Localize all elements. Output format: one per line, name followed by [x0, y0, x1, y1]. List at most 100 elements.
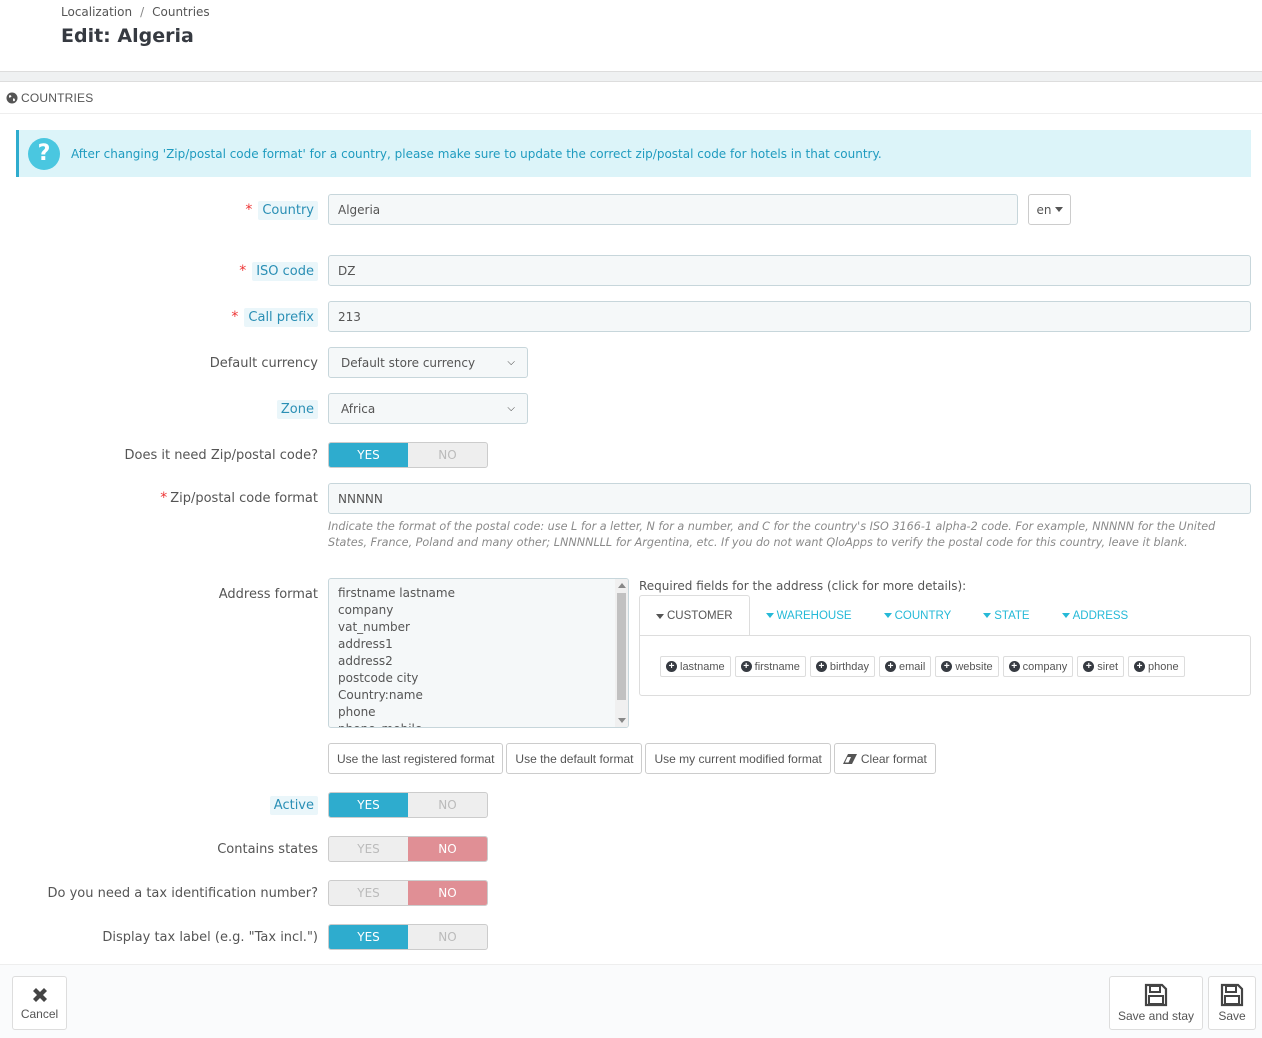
zone-label-text: Zone — [276, 399, 318, 419]
need-zip-yes[interactable]: YES — [329, 443, 408, 467]
save-label: Save — [1218, 1009, 1246, 1023]
language-dropdown[interactable]: en — [1028, 194, 1071, 225]
close-icon — [32, 988, 47, 1002]
eraser-icon — [842, 753, 857, 764]
field-chip-birthday[interactable]: + birthday — [809, 656, 876, 677]
cancel-button[interactable]: Cancel — [12, 976, 67, 1030]
zone-value: Africa — [341, 401, 376, 416]
address-format-lines: firstname lastname company vat_number addre… — [329, 579, 628, 727]
address-format-line: address1 — [338, 637, 393, 651]
active-switch[interactable]: YES NO — [328, 792, 488, 818]
address-format-line: Country:name — [338, 688, 423, 702]
address-format-textarea[interactable]: firstname lastname company vat_number addre… — [328, 578, 629, 728]
need-tax-id-yes[interactable]: YES — [329, 881, 408, 905]
field-chip-lastname[interactable]: + lastname — [660, 656, 731, 677]
need-tax-id-no[interactable]: NO — [408, 881, 487, 905]
contains-states-yes[interactable]: YES — [329, 837, 408, 861]
plus-circle-icon: + — [1134, 661, 1146, 672]
need-tax-id-switch[interactable]: YES NO — [328, 880, 488, 906]
zip-format-input[interactable]: NNNNN — [328, 483, 1251, 514]
need-zip-switch[interactable]: YES NO — [328, 442, 488, 468]
iso-code-label-text: ISO code — [252, 261, 318, 281]
clear-format-button[interactable]: Clear format — [833, 743, 936, 774]
chevron-down-icon: ⌵ — [507, 357, 515, 368]
tab-country[interactable]: COUNTRY — [868, 595, 968, 636]
save-and-stay-button[interactable]: Save and stay — [1109, 976, 1203, 1030]
field-chip-siret[interactable]: + siret — [1077, 656, 1125, 677]
panel-heading: COUNTRIES — [0, 82, 1262, 114]
caret-down-icon — [1054, 207, 1063, 212]
field-chip-label: website — [955, 660, 993, 673]
tab-state[interactable]: STATE — [967, 595, 1045, 636]
field-chip-email[interactable]: + email — [879, 656, 932, 677]
country-input[interactable]: Algeria — [328, 194, 1018, 225]
default-currency-select[interactable]: Default store currency ⌵ — [328, 347, 528, 378]
field-chip-label: company — [1022, 660, 1068, 673]
need-zip-no[interactable]: NO — [408, 443, 487, 467]
country-label: * Country — [245, 195, 318, 225]
breadcrumb-countries[interactable]: Countries — [152, 5, 210, 19]
field-chip-label: email — [899, 660, 926, 673]
plus-circle-icon: + — [941, 661, 953, 672]
field-chip-phone[interactable]: + phone — [1128, 656, 1185, 677]
question-circle-icon: ? — [28, 137, 60, 170]
header-gap — [0, 72, 1262, 82]
breadcrumb-separator: / — [140, 5, 145, 19]
address-format-label: Address format — [218, 586, 318, 602]
display-tax-label-switch[interactable]: YES NO — [328, 924, 488, 950]
active-no[interactable]: NO — [408, 793, 487, 817]
use-current-modified-format-button[interactable]: Use my current modified format — [645, 743, 831, 774]
scroll-down-icon[interactable] — [618, 718, 626, 723]
zone-label: Zone — [276, 394, 318, 424]
floppy-disk-icon — [1144, 983, 1168, 1007]
contains-states-label: Contains states — [217, 841, 318, 857]
plus-circle-icon: + — [740, 661, 752, 672]
required-marker: * — [245, 202, 253, 218]
display-tax-label-yes[interactable]: YES — [329, 925, 408, 949]
scroll-up-icon[interactable] — [618, 583, 626, 588]
zip-format-label: * Zip/postal code format — [160, 483, 318, 513]
tab-customer[interactable]: CUSTOMER — [639, 595, 750, 636]
caret-down-icon — [1061, 613, 1070, 618]
active-yes[interactable]: YES — [329, 793, 408, 817]
plus-circle-icon: + — [815, 661, 827, 672]
call-prefix-input[interactable]: 213 — [328, 301, 1251, 332]
cancel-label: Cancel — [20, 1007, 59, 1021]
zip-format-label-text: Zip/postal code format — [170, 490, 318, 506]
tab-label: WAREHOUSE — [776, 609, 852, 622]
call-prefix-label: * Call prefix — [231, 302, 318, 332]
panel-footer: Cancel Save and stay Save — [0, 964, 1262, 1038]
breadcrumb-localization[interactable]: Localization — [61, 5, 132, 19]
contains-states-no[interactable]: NO — [408, 837, 487, 861]
textarea-scrollbar[interactable] — [615, 579, 628, 727]
required-fields-tabs: CUSTOMER WAREHOUSE COUNTRY STATE ADDRESS — [639, 595, 1144, 636]
language-code: en — [1036, 202, 1052, 217]
caret-down-icon — [983, 613, 992, 618]
info-alert: ? After changing 'Zip/postal code format… — [16, 130, 1251, 177]
tab-warehouse[interactable]: WAREHOUSE — [750, 595, 868, 636]
display-tax-label-no[interactable]: NO — [408, 925, 487, 949]
address-format-line: address2 — [338, 654, 393, 668]
use-last-registered-format-button[interactable]: Use the last registered format — [328, 743, 504, 774]
need-tax-id-label: Do you need a tax identification number? — [47, 885, 318, 901]
zone-select[interactable]: Africa ⌵ — [328, 393, 528, 424]
scroll-thumb[interactable] — [617, 593, 626, 700]
field-chip-label: siret — [1097, 660, 1119, 673]
field-chip-company[interactable]: + company — [1002, 656, 1074, 677]
customer-tab-pane: + lastname + firstname + birthday + email + websi… — [639, 635, 1251, 696]
field-chip-website[interactable]: + website — [935, 656, 999, 677]
contains-states-switch[interactable]: YES NO — [328, 836, 488, 862]
iso-code-input[interactable]: DZ — [328, 255, 1251, 286]
iso-code-label: * ISO code — [239, 256, 318, 286]
page-header: Localization / Countries Edit: Algeria — [0, 0, 1262, 72]
caret-down-icon — [883, 613, 892, 618]
tab-address[interactable]: ADDRESS — [1046, 595, 1145, 636]
floppy-disk-icon — [1220, 983, 1244, 1007]
alert-text: After changing 'Zip/postal code format' … — [71, 146, 882, 161]
display-tax-label-label: Display tax label (e.g. "Tax incl.") — [102, 929, 318, 945]
globe-icon — [6, 92, 18, 103]
use-default-format-button[interactable]: Use the default format — [506, 743, 643, 774]
field-chip-firstname[interactable]: + firstname — [734, 656, 806, 677]
tab-label: CUSTOMER — [667, 610, 733, 622]
save-button[interactable]: Save — [1208, 976, 1256, 1030]
